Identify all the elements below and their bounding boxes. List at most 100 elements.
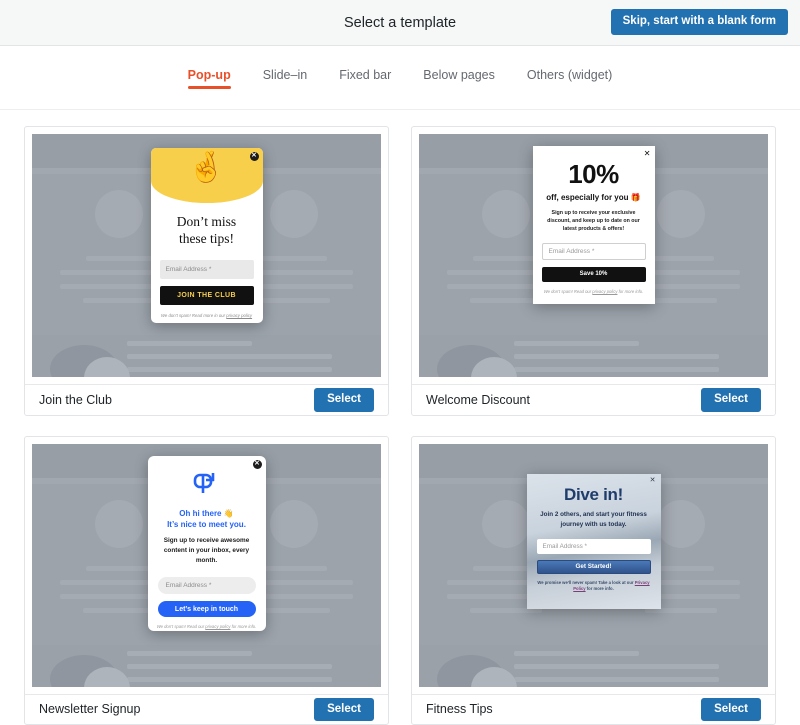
popup-greeting-secondary: It’s nice to meet you.	[167, 519, 246, 529]
popup-footer-text: We promise we’ll never spam! Take a look…	[537, 579, 635, 585]
popup-headline: Dive in!	[563, 484, 623, 504]
tab-fixed-bar[interactable]: Fixed bar	[339, 68, 391, 88]
template-card-footer: Newsletter Signup Select	[25, 693, 388, 725]
select-button[interactable]: Select	[701, 388, 761, 412]
faux-page-footer	[419, 335, 768, 377]
template-preview: ✕ 🤞 Don’t miss these tips! Email Address…	[32, 134, 381, 377]
privacy-policy-link[interactable]: privacy policy	[226, 313, 252, 318]
popup-greeting: Oh hi there 👋	[179, 508, 234, 518]
faux-page-line	[83, 607, 155, 613]
subscribe-button[interactable]: Get Started!	[536, 559, 651, 574]
faux-page-line	[514, 341, 639, 346]
tab-below-pages[interactable]: Below pages	[423, 68, 495, 88]
faux-page-line	[127, 650, 252, 656]
faux-page-line	[514, 650, 639, 656]
faux-page-circle	[270, 190, 318, 238]
template-preview: ✕ 10% off, especially for you 🎁 Sign up …	[419, 134, 768, 377]
faux-page-circle	[270, 499, 318, 548]
template-name: Join the Club	[39, 392, 112, 407]
faux-page-footer	[32, 644, 381, 687]
faux-page-line	[127, 341, 252, 346]
popup-subhead: off, especially for you 🎁	[546, 193, 641, 202]
popup-preview: ✕ Oh hi there 👋 It’s nice to meet you. S…	[147, 455, 266, 631]
faux-page-line	[261, 256, 327, 261]
popup-footer-text-tail: for more info.	[585, 586, 614, 592]
faux-page-line	[473, 256, 539, 261]
faux-page-circle	[95, 190, 143, 238]
faux-page-footer	[419, 644, 768, 687]
template-grid: ✕ 🤞 Don’t miss these tips! Email Address…	[0, 110, 800, 725]
faux-page-line	[127, 367, 332, 372]
subscribe-button[interactable]: JOIN THE CLUB	[159, 285, 254, 305]
faux-page-circle	[657, 499, 705, 548]
popup-preview: ✕ 10% off, especially for you 🎁 Sign up …	[532, 146, 655, 304]
popup-footer-text-tail: for more info.	[230, 624, 257, 630]
page-title: Select a template	[343, 14, 457, 31]
template-card-fitness-tips[interactable]: ✕ Dive in! Join 2 others, and start your…	[411, 435, 776, 725]
select-button[interactable]: Select	[314, 697, 374, 721]
template-type-tabs: Pop-up Slide–in Fixed bar Below pages Ot…	[0, 46, 800, 110]
popup-footer-note: We don’t spam! Read our privacy policy f…	[542, 289, 646, 295]
faux-page-line	[258, 607, 330, 613]
tab-pop-up[interactable]: Pop-up	[187, 68, 231, 89]
popup-footer-text: We don’t spam! Read more in our	[160, 312, 227, 318]
popup-title-line2: these tips!	[178, 230, 235, 246]
faux-page-line	[514, 663, 719, 669]
template-preview: ✕ Dive in! Join 2 others, and start your…	[419, 443, 768, 687]
popup-hero-banner: 🤞	[150, 148, 263, 203]
template-preview: ✕ Oh hi there 👋 It’s nice to meet you. S…	[32, 443, 381, 687]
close-icon[interactable]: ✕	[644, 150, 651, 158]
email-field[interactable]: Email Address *	[541, 242, 646, 260]
tab-slide-in[interactable]: Slide–in	[263, 68, 307, 88]
faux-page-line	[514, 676, 719, 682]
email-field[interactable]: Email Address *	[536, 538, 651, 554]
faux-page-line	[645, 298, 717, 303]
template-card-newsletter-signup[interactable]: ✕ Oh hi there 👋 It’s nice to meet you. S…	[24, 435, 389, 725]
privacy-policy-link[interactable]: privacy policy	[592, 289, 617, 294]
close-icon[interactable]: ✕	[252, 459, 262, 469]
privacy-policy-link[interactable]: privacy policy	[205, 624, 230, 629]
popup-footer-text: We don’t spam! Read our	[543, 288, 593, 294]
email-field[interactable]: Email Address *	[159, 259, 254, 279]
popup-body-text: Join 2 others, and start your fitness jo…	[540, 510, 647, 528]
faux-page-circle	[482, 499, 530, 548]
skip-blank-form-button[interactable]: Skip, start with a blank form	[610, 9, 788, 35]
popup-footer-note: We don’t spam! Read our privacy policy f…	[155, 624, 259, 630]
crossed-fingers-icon: 🤞	[187, 151, 226, 184]
top-bar: Select a template Skip, start with a bla…	[0, 0, 800, 46]
template-name: Fitness Tips	[426, 702, 493, 717]
faux-page-line	[127, 663, 332, 669]
faux-page-line	[470, 298, 542, 303]
faux-page-circle	[657, 190, 705, 238]
select-button[interactable]: Select	[314, 388, 374, 412]
template-card-join-the-club[interactable]: ✕ 🤞 Don’t miss these tips! Email Address…	[24, 126, 389, 416]
popup-footer-note: We don’t spam! Read more in our privacy …	[157, 313, 257, 318]
email-field[interactable]: Email Address *	[157, 577, 256, 595]
subscribe-button[interactable]: Let’s keep in touch	[157, 601, 256, 618]
popup-headline: 10%	[568, 159, 619, 189]
faux-page-line	[86, 565, 152, 571]
template-name: Newsletter Signup	[39, 702, 141, 717]
template-card-footer: Join the Club Select	[25, 384, 388, 415]
popup-preview: ✕ 🤞 Don’t miss these tips! Email Address…	[150, 148, 263, 323]
mailbox-icon	[148, 470, 266, 500]
popup-preview: ✕ Dive in! Join 2 others, and start your…	[526, 473, 661, 609]
close-icon[interactable]: ✕	[650, 477, 656, 484]
faux-page-footer	[32, 335, 381, 377]
faux-page-line	[83, 298, 155, 303]
select-button[interactable]: Select	[701, 697, 761, 721]
faux-page-line	[514, 367, 719, 372]
faux-page-line	[127, 354, 332, 359]
close-icon[interactable]: ✕	[249, 152, 259, 161]
popup-footer-text-tail: for more info.	[617, 288, 644, 294]
tab-others-widget[interactable]: Others (widget)	[527, 68, 612, 88]
template-name: Welcome Discount	[426, 392, 530, 407]
faux-page-circle	[95, 499, 143, 548]
subscribe-button[interactable]: Save 10%	[541, 266, 646, 282]
template-card-welcome-discount[interactable]: ✕ 10% off, especially for you 🎁 Sign up …	[411, 126, 776, 416]
faux-page-line	[86, 256, 152, 261]
faux-page-line	[514, 354, 719, 359]
popup-title: Don’t miss these tips!	[151, 214, 263, 248]
popup-title-line1: Don’t miss	[176, 214, 237, 229]
faux-page-line	[127, 676, 332, 682]
